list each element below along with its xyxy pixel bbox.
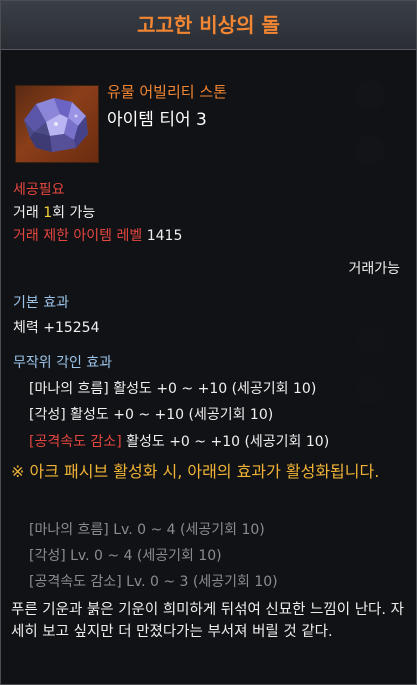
engraving-name: [각성] xyxy=(29,407,66,423)
ark-effect-row: [마나의 흐름] Lv. 0 ~ 4 (세공기회 10) xyxy=(29,522,265,538)
item-title: 고고한 비상의 돌 xyxy=(1,1,416,50)
ark-effect-row: [각성] Lv. 0 ~ 4 (세공기회 10) xyxy=(29,548,222,564)
item-tooltip: 고고한 비상의 돌 유물 어빌리티 스톤 아이템 티어 3 세공필요 거래 1회… xyxy=(0,0,417,685)
engraving-row: [공격속도 감소] 활성도 +0 ~ +10 (세공기회 10) xyxy=(29,431,329,451)
engraving-name: [마나의 흐름] xyxy=(29,381,109,397)
item-header: 유물 어빌리티 스톤 아이템 티어 3 xyxy=(11,71,406,163)
trade-limit-value: 1415 xyxy=(146,228,183,244)
ability-stone-icon xyxy=(15,85,99,163)
ark-effect-row: [공격속도 감소] Lv. 0 ~ 3 (세공기회 10) xyxy=(29,574,278,590)
engraving-name: [공격속도 감소] xyxy=(29,434,122,450)
item-grade: 유물 어빌리티 스톤 xyxy=(107,83,227,101)
engraving-text: 활성도 +0 ~ +10 (세공기회 10) xyxy=(108,381,317,397)
ark-passive-note: ※ 아크 패시브 활성화 시, 아래의 효과가 활성화됩니다. xyxy=(11,462,380,481)
base-effect-value: 체력 +15254 xyxy=(13,320,100,336)
trade-count-suffix: 회 가능 xyxy=(52,205,96,221)
base-effect-label: 기본 효과 xyxy=(13,295,69,311)
trade-limit-level: 거래 제한 아이템 레벨 1415 xyxy=(13,225,182,245)
trade-count: 거래 1회 가능 xyxy=(13,202,95,222)
engraving-row: [각성] 활성도 +0 ~ +10 (세공기회 10) xyxy=(29,404,273,424)
flavor-text: 푸른 기운과 붉은 기운이 희미하게 뒤섞여 신묘한 느낌이 난다. 자세히 보… xyxy=(11,602,404,640)
tradable-status: 거래가능 xyxy=(348,261,400,277)
trade-count-prefix: 거래 xyxy=(13,205,44,221)
carve-required: 세공필요 xyxy=(13,182,65,198)
engraving-text: 활성도 +0 ~ +10 (세공기회 10) xyxy=(121,434,330,450)
engraving-row: [마나의 흐름] 활성도 +0 ~ +10 (세공기회 10) xyxy=(29,378,316,398)
item-tier: 아이템 티어 3 xyxy=(107,110,207,130)
trade-limit-label: 거래 제한 아이템 레벨 xyxy=(13,228,143,244)
engraving-text: 활성도 +0 ~ +10 (세공기회 10) xyxy=(65,407,274,423)
trade-count-number: 1 xyxy=(43,205,53,221)
random-engrave-label: 무작위 각인 효과 xyxy=(13,355,113,371)
